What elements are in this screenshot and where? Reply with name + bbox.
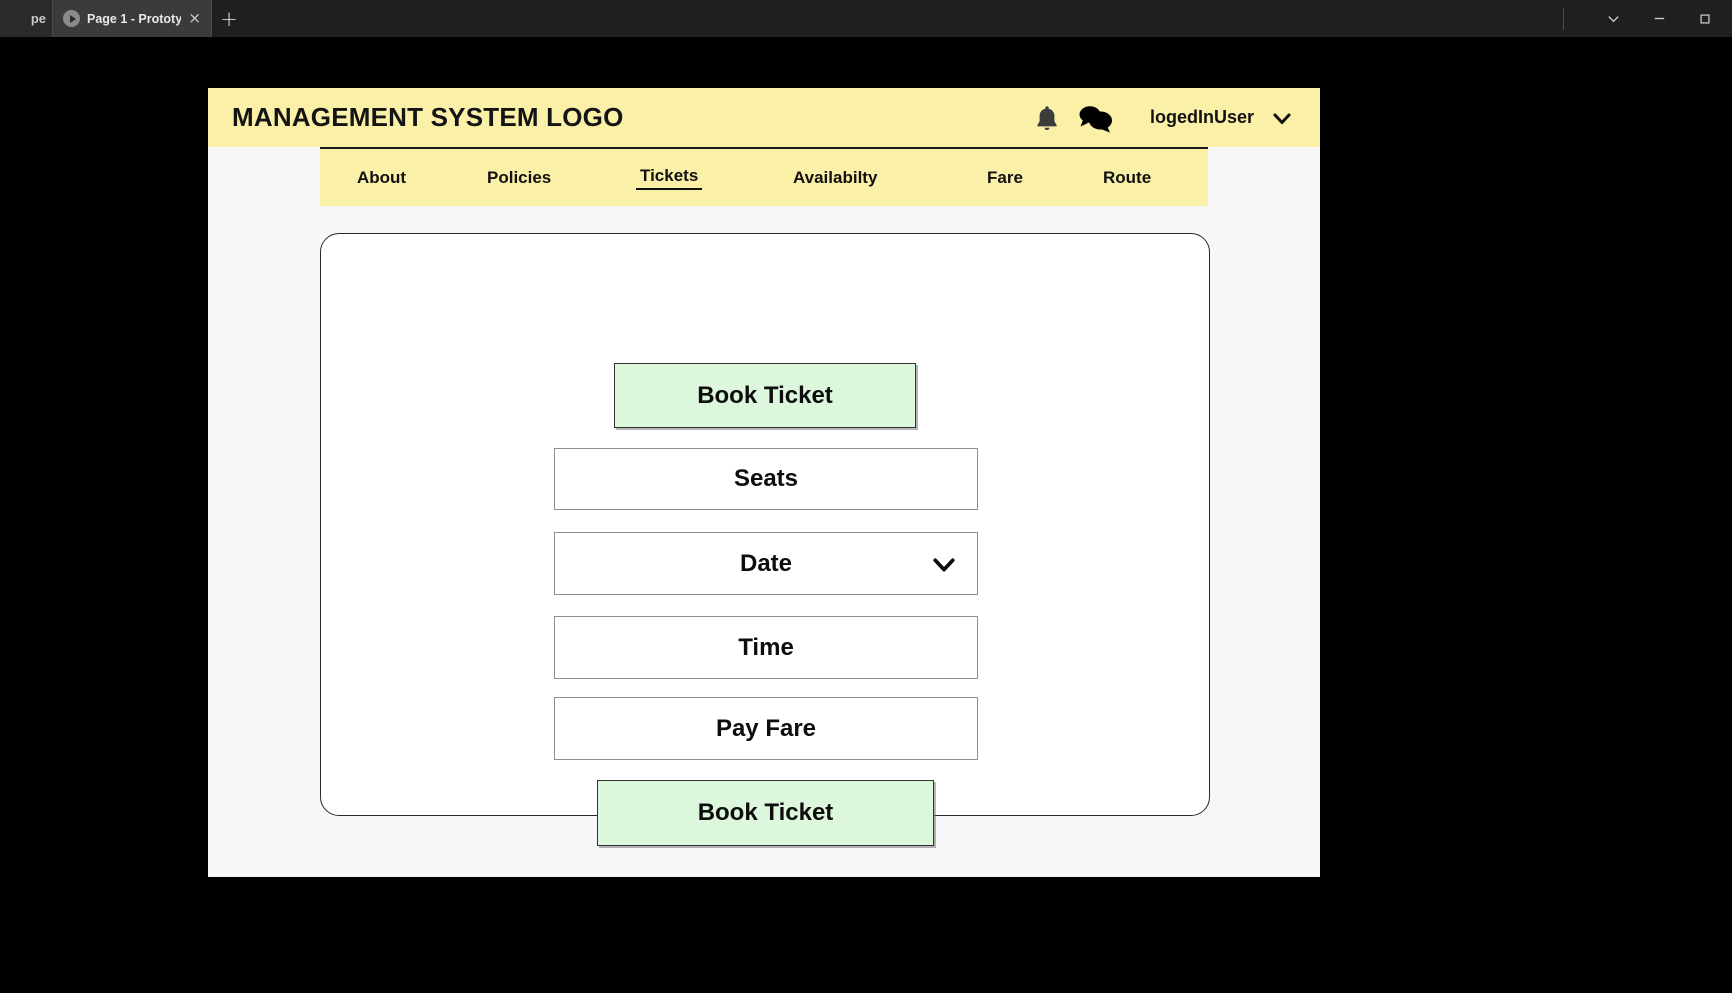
header-actions: logedInUser <box>1034 103 1294 133</box>
nav-item-about[interactable]: About <box>357 168 406 188</box>
chevron-down-icon[interactable] <box>1590 0 1636 37</box>
tab-partial-previous[interactable]: pe <box>0 0 52 37</box>
tab-page-1-prototype[interactable]: Page 1 - Prototype × <box>52 0 212 37</box>
chevron-down-icon[interactable] <box>1270 106 1294 130</box>
pay-fare-field[interactable]: Pay Fare <box>554 697 978 760</box>
maximize-icon[interactable] <box>1682 0 1728 37</box>
date-dropdown[interactable]: Date <box>554 532 978 595</box>
nav-item-fare[interactable]: Fare <box>987 168 1023 188</box>
bell-icon[interactable] <box>1034 103 1060 133</box>
window-controls <box>1563 0 1732 37</box>
chevron-down-icon[interactable] <box>929 549 959 579</box>
play-circle-icon <box>63 10 80 27</box>
user-menu-label[interactable]: logedInUser <box>1150 107 1254 128</box>
minimize-icon[interactable] <box>1636 0 1682 37</box>
nav-item-tickets[interactable]: Tickets <box>636 166 703 190</box>
nav-item-route[interactable]: Route <box>1103 168 1151 188</box>
close-icon[interactable]: × <box>188 11 201 26</box>
main-navigation: About Policies Tickets Availabilty Fare … <box>320 147 1208 206</box>
site-header: MANAGEMENT SYSTEM LOGO logedInUser <box>208 88 1320 147</box>
toolbar-divider <box>1563 7 1564 30</box>
nav-item-availability[interactable]: Availabilty <box>793 168 877 188</box>
tab-title: Page 1 - Prototype <box>87 11 182 26</box>
book-ticket-button-top[interactable]: Book Ticket <box>614 363 916 428</box>
book-ticket-button-bottom[interactable]: Book Ticket <box>597 780 934 846</box>
form-field-stack: Book Ticket Seats Date Time Pay Fare Boo… <box>321 234 1211 846</box>
tab-strip: pe Page 1 - Prototype × + <box>0 0 1563 37</box>
nav-item-policies[interactable]: Policies <box>487 168 551 188</box>
prototype-page: MANAGEMENT SYSTEM LOGO logedInUser About… <box>208 88 1320 877</box>
chat-bubbles-icon[interactable] <box>1076 103 1114 133</box>
seats-field[interactable]: Seats <box>554 448 978 510</box>
new-tab-button[interactable]: + <box>212 0 246 37</box>
tab-partial-label: pe <box>30 11 46 26</box>
time-field[interactable]: Time <box>554 616 978 679</box>
browser-chrome: pe Page 1 - Prototype × + <box>0 0 1732 37</box>
booking-form-card: Book Ticket Seats Date Time Pay Fare Boo… <box>320 233 1211 846</box>
page-title: MANAGEMENT SYSTEM LOGO <box>232 102 624 132</box>
date-label: Date <box>739 549 793 577</box>
